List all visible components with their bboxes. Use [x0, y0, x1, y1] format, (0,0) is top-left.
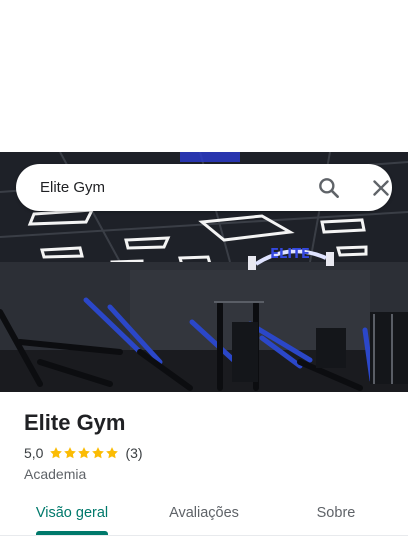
active-tab-indicator [36, 531, 108, 535]
tab-reviews[interactable]: Avaliações [156, 490, 252, 536]
close-icon [373, 180, 389, 196]
svg-text:ELITE: ELITE [270, 247, 310, 262]
tab-bar: Visão geral Avaliações Sobre [0, 490, 408, 536]
tab-overview[interactable]: Visão geral [24, 490, 120, 536]
search-icon [319, 178, 339, 198]
search-input[interactable]: Elite Gym [40, 178, 105, 197]
star-icon [50, 447, 63, 459]
search-button[interactable] [316, 175, 342, 201]
review-count[interactable]: (3) [125, 445, 142, 461]
star-rating [49, 446, 119, 460]
place-title: Elite Gym [24, 410, 126, 435]
tab-about[interactable]: Sobre [296, 490, 376, 536]
star-icon [106, 447, 119, 459]
star-icon [78, 447, 91, 459]
place-category[interactable]: Academia [24, 465, 86, 483]
rating-row[interactable]: 5,0 (3) [24, 444, 143, 462]
close-button[interactable] [368, 175, 394, 201]
star-icon [92, 447, 105, 459]
star-icon [64, 447, 77, 459]
rating-value: 5,0 [24, 445, 44, 461]
search-bar[interactable]: Elite Gym [16, 164, 392, 211]
